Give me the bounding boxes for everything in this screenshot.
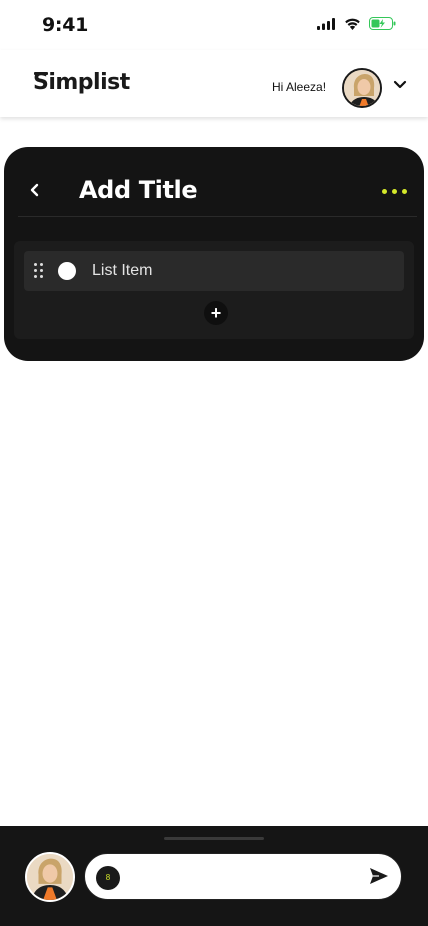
card-title[interactable]: Add Title: [79, 176, 198, 204]
list-panel: List Item +: [14, 241, 414, 339]
send-icon[interactable]: [369, 867, 389, 885]
battery-icon: [369, 17, 396, 30]
checkbox[interactable]: [58, 262, 76, 280]
app-logo: Simplist: [33, 70, 130, 95]
drag-handle[interactable]: [164, 837, 264, 840]
status-time: 9:41: [42, 14, 89, 36]
more-icon[interactable]: [382, 189, 407, 194]
message-input[interactable]: [129, 864, 349, 890]
app-header: Simplist Hi Aleeza!: [0, 50, 428, 117]
status-bar: 9:41: [0, 0, 428, 50]
message-composer: 8: [0, 826, 428, 926]
user-avatar[interactable]: [342, 68, 382, 108]
drag-handle-icon[interactable]: [34, 263, 43, 278]
list-item[interactable]: List Item: [24, 251, 404, 291]
add-item-button[interactable]: +: [204, 301, 228, 325]
counter-badge: 8: [96, 866, 120, 890]
chevron-down-icon[interactable]: [393, 80, 407, 90]
message-input-wrapper: 8: [84, 853, 402, 900]
status-icons: [317, 17, 396, 30]
signal-icon: [317, 17, 335, 30]
avatar-image: [27, 854, 73, 900]
back-icon[interactable]: [30, 183, 40, 197]
composer-avatar[interactable]: [25, 852, 75, 902]
greeting-text: Hi Aleeza!: [272, 80, 327, 94]
list-card: Add Title List Item +: [4, 147, 424, 361]
plus-icon: +: [210, 303, 222, 323]
avatar-image: [344, 70, 380, 106]
card-header: Add Title: [18, 147, 417, 217]
list-item-label[interactable]: List Item: [92, 262, 152, 280]
wifi-icon: [345, 18, 360, 30]
